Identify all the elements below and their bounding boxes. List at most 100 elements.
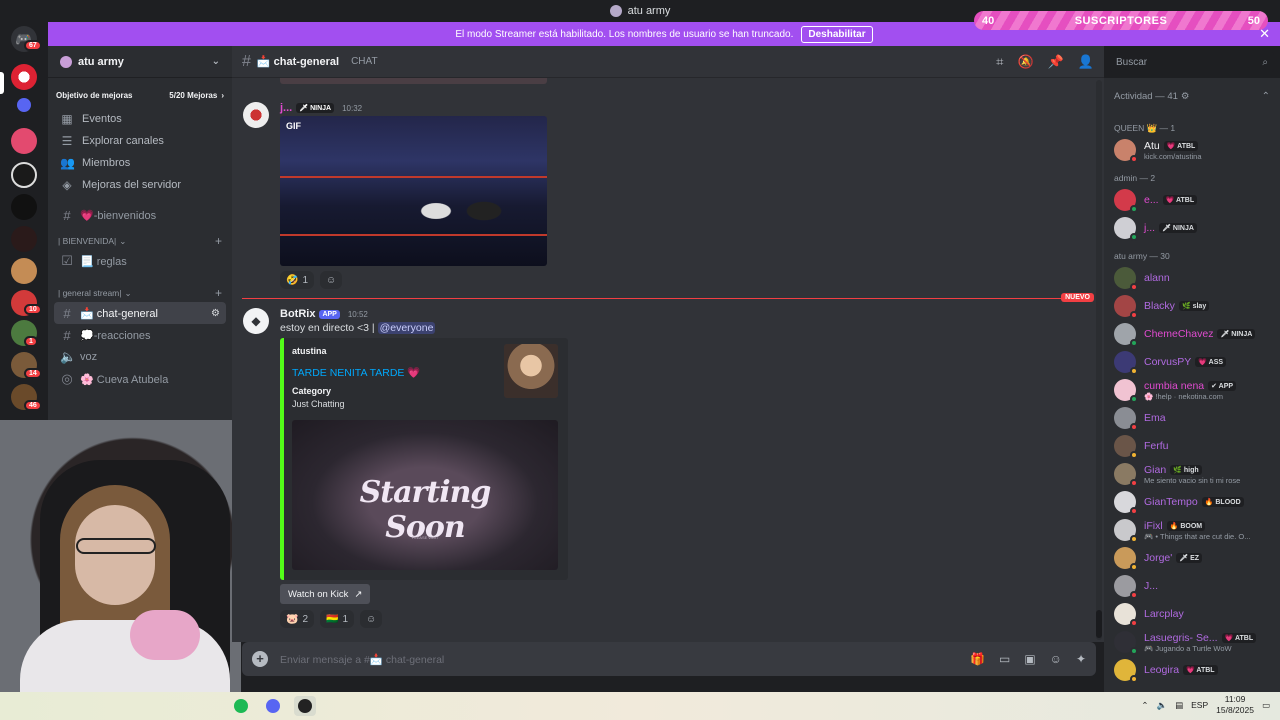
channel-label: 🌸 Cueva Atubela: [80, 373, 169, 386]
category-bienvenida[interactable]: | BIENVENIDA| ⌄ +: [48, 232, 232, 250]
avatar[interactable]: [243, 102, 269, 128]
chat-scrollbar[interactable]: [1096, 80, 1102, 640]
member-list-icon[interactable]: 👤: [1078, 54, 1094, 70]
member-item[interactable]: Atu 💗 ATBL kick.com/atustina: [1104, 136, 1280, 164]
server-atu-army[interactable]: [11, 64, 37, 90]
member-item[interactable]: Gian 🌿 high Me siento vacio sin ti mi rose: [1104, 460, 1280, 488]
apps-icon[interactable]: ✦: [1076, 652, 1086, 666]
gif-icon[interactable]: ▭: [999, 652, 1010, 666]
add-channel-icon[interactable]: +: [215, 286, 222, 300]
embed-title[interactable]: TARDE NENITA TARDE 💗: [292, 366, 420, 379]
server-header[interactable]: atu army ⌄: [48, 46, 232, 78]
member-item[interactable]: Jorge' 🗡 EZ: [1104, 544, 1280, 572]
emoji-icon[interactable]: ☺: [1050, 652, 1062, 666]
status-dot: [1130, 155, 1138, 163]
notification-bell-icon[interactable]: 🔕: [1017, 54, 1033, 70]
server-icon-5[interactable]: [11, 226, 37, 252]
nav-boosts[interactable]: ◈ Mejoras del servidor: [48, 174, 232, 196]
obs-icon[interactable]: [294, 696, 316, 716]
attach-plus-icon[interactable]: +: [252, 651, 268, 667]
button-label: Watch on Kick: [288, 588, 349, 600]
activity-header[interactable]: Actividad — 41 ⚙ ⌃: [1104, 78, 1280, 114]
nav-members[interactable]: 👥 Miembros: [48, 152, 232, 174]
spotify-icon[interactable]: [230, 696, 252, 716]
gift-icon[interactable]: 🎁: [970, 652, 985, 666]
discord-taskbar-icon[interactable]: [262, 696, 284, 716]
add-channel-icon[interactable]: +: [215, 234, 222, 248]
avatar: [1114, 407, 1138, 431]
channel-voz[interactable]: 🔈 voz: [54, 346, 226, 368]
member-item[interactable]: iFixl 🔥 BOOM 🎮 • Things that are cut die. …: [1104, 516, 1280, 544]
member-name: cumbia nena: [1144, 379, 1205, 392]
member-item[interactable]: Lasuegris- Se... 💗 ATBL 🎮 Jugando a Turtle…: [1104, 628, 1280, 656]
member-role-tag: 💗 ATBL: [1183, 665, 1218, 675]
mention[interactable]: @everyone: [377, 322, 436, 334]
channel-welcome[interactable]: # 💗-bienvenidos: [54, 204, 226, 226]
system-tray: ⌃ 🔈 ▤ ESP 11:09 15/8/2025 ▭: [1141, 694, 1270, 716]
member-item[interactable]: ChemeChavez 🗡 NINJA: [1104, 320, 1280, 348]
member-item[interactable]: e... 💗 ATBL: [1104, 186, 1280, 214]
clock[interactable]: 11:09 15/8/2025: [1216, 694, 1254, 716]
member-item[interactable]: Ema: [1104, 404, 1280, 432]
chevron-up-icon[interactable]: ⌃: [1141, 700, 1148, 711]
member-item[interactable]: j... 🗡 NINJA: [1104, 214, 1280, 242]
message-author[interactable]: BotRix: [280, 308, 315, 320]
member-item[interactable]: GianTempo 🔥 BLOOD: [1104, 488, 1280, 516]
speaker-icon[interactable]: 🔈: [1157, 700, 1168, 711]
new-badge: NUEVO: [1061, 293, 1094, 302]
server-icon-3[interactable]: [11, 162, 37, 188]
gif-attachment[interactable]: GIF: [280, 116, 547, 266]
threads-icon[interactable]: ⌗: [996, 54, 1003, 70]
member-item[interactable]: cumbia nena ✔ APP 🌸 !help · nekotina.com: [1104, 376, 1280, 404]
scrollbar-thumb[interactable]: [1096, 610, 1102, 638]
message-author[interactable]: j...: [280, 102, 292, 114]
member-item[interactable]: Leogira 💗 ATBL: [1104, 656, 1280, 684]
settings-icon[interactable]: ⚙: [211, 308, 220, 319]
notifications-icon[interactable]: ▭: [1262, 700, 1270, 711]
member-item[interactable]: CorvusPY 💗 ASS: [1104, 348, 1280, 376]
member-item[interactable]: Larcplay: [1104, 600, 1280, 628]
pin-icon[interactable]: 📌: [1048, 54, 1064, 70]
reaction[interactable]: 🤣 1: [280, 271, 315, 289]
channel-cueva[interactable]: ◎ 🌸 Cueva Atubela: [54, 368, 226, 390]
member-role-tag: 🔥 BOOM: [1166, 520, 1206, 531]
composer-placeholder[interactable]: Enviar mensaje a #📩 chat-general: [280, 653, 444, 666]
nav-browse-channels[interactable]: ☰ Explorar canales: [48, 130, 232, 152]
embed-field-value: Just Chatting: [292, 399, 345, 409]
member-name: alann: [1144, 272, 1170, 284]
member-item[interactable]: Ferfu: [1104, 432, 1280, 460]
message-header: BotRix APP 10:52: [280, 308, 368, 320]
member-name: Gian: [1144, 463, 1167, 476]
network-icon[interactable]: ▤: [1175, 700, 1183, 711]
channel-chat-general[interactable]: # 📩 chat-general ⚙: [54, 302, 226, 324]
add-reaction-icon[interactable]: ☺: [360, 610, 383, 628]
server-icon-2[interactable]: [11, 128, 37, 154]
message-composer[interactable]: + Enviar mensaje a #📩 chat-general 🎁 ▭ ▣…: [242, 642, 1096, 676]
member-item[interactable]: alann: [1104, 264, 1280, 292]
bot-avatar[interactable]: ◆: [243, 308, 269, 334]
watch-on-kick-button[interactable]: Watch on Kick ↗: [280, 584, 371, 604]
disable-streamer-button[interactable]: Deshabilitar: [801, 25, 873, 43]
channel-reacciones[interactable]: # 💭-reacciones: [54, 324, 226, 346]
folder-icon[interactable]: [17, 98, 31, 112]
search-input[interactable]: Buscar ⌕: [1110, 52, 1274, 72]
reaction-count: 1: [302, 274, 309, 286]
channel-rules[interactable]: ☑ 📃 reglas: [54, 250, 226, 272]
boost-goal[interactable]: Objetivo de mejoras 5/20 Mejoras ›: [56, 86, 224, 104]
reaction[interactable]: 🐷 2: [280, 610, 315, 628]
nav-events[interactable]: ▦ Eventos: [48, 108, 232, 130]
member-name: j...: [1144, 222, 1156, 234]
status-dot: [1130, 507, 1138, 515]
server-icon-4[interactable]: [11, 194, 37, 220]
member-item[interactable]: Blacky 🌿 slay: [1104, 292, 1280, 320]
language-indicator[interactable]: ESP: [1191, 700, 1208, 710]
server-icon-6[interactable]: [11, 258, 37, 284]
embed-image[interactable]: Starting Soon PLEASE WAIT: [292, 420, 558, 570]
channel-label: voz: [80, 351, 98, 363]
add-reaction-icon[interactable]: ☺: [320, 271, 343, 289]
reaction[interactable]: 🇧🇴 1: [320, 610, 355, 628]
sticker-icon[interactable]: ▣: [1024, 652, 1035, 666]
category-general-stream[interactable]: | general stream| ⌄ +: [48, 284, 232, 302]
embed-thumbnail[interactable]: [504, 344, 558, 398]
member-item[interactable]: J...: [1104, 572, 1280, 600]
